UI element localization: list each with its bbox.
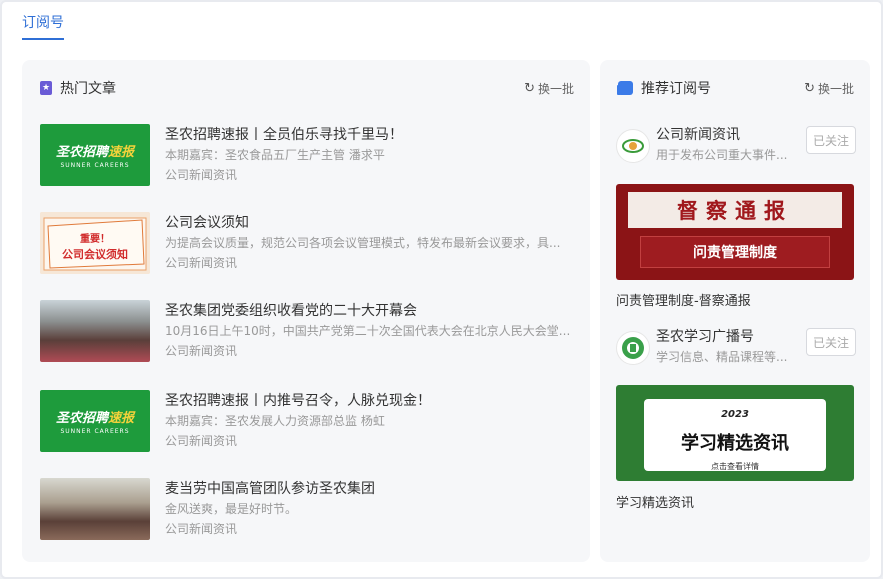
refresh-label: 换一批 — [817, 81, 854, 96]
article-title[interactable]: 公司会议须知 — [165, 212, 249, 232]
thumb-subtext: SUNNER CAREERS — [60, 162, 130, 169]
article-source: 公司新闻资讯 — [165, 168, 238, 182]
subscription-page: 订阅号 ★ 热门文章 ↻ 换一批 圣农招聘速报 SUNNER CAREERS 圣… — [0, 0, 883, 579]
article-item[interactable]: 重要！ 公司会议须知 公司会议须知 为提高会议质量，规范公司各项会议管理模式，特… — [40, 212, 580, 276]
article-thumbnail: 圣农招聘速报 SUNNER CAREERS — [40, 124, 150, 186]
article-source: 公司新闻资讯 — [165, 256, 238, 270]
subscription-desc: 用于发布公司重大事件... — [656, 148, 788, 162]
article-item[interactable]: 圣农招聘速报 SUNNER CAREERS 圣农招聘速报丨内推号召令，人脉兑现金… — [40, 390, 580, 454]
article-title[interactable]: 麦当劳中国高管团队参访圣农集团 — [165, 478, 375, 498]
tab-bar: 订阅号 — [22, 12, 64, 40]
hot-articles-title: 热门文章 — [60, 81, 116, 97]
article-desc: 10月16日上午10时，中国共产党第二十次全国代表大会在北京人民大会堂... — [165, 324, 571, 338]
news-logo-icon — [616, 129, 650, 163]
article-source: 公司新闻资讯 — [165, 522, 238, 536]
article-title[interactable]: 圣农招聘速报丨内推号召令，人脉兑现金！ — [165, 390, 431, 410]
banner-band: 问责管理制度 — [640, 236, 830, 268]
banner-card: 2023 学习精选资讯 点击查看详情 — [644, 399, 826, 471]
article-desc: 本期嘉宾：圣农食品五厂生产主管 潘求平 — [165, 148, 385, 162]
thumb-text-accent: 速报 — [108, 411, 135, 426]
recommended-title: 推荐订阅号 — [641, 81, 711, 97]
thumb-text: 圣农招聘 — [55, 411, 108, 426]
tab-subscriptions[interactable]: 订阅号 — [22, 12, 64, 40]
news-logo-graphic — [622, 139, 644, 153]
article-item[interactable]: 圣农集团党委组织收看党的二十大开幕会 10月16日上午10时，中国共产党第二十次… — [40, 300, 580, 364]
subscription-desc: 学习信息、精品课程等... — [656, 350, 788, 364]
meeting-notice-image: 重要！ 公司会议须知 — [40, 212, 150, 274]
followed-button[interactable]: 已关注 — [806, 126, 856, 154]
thumb-subtext: SUNNER CAREERS — [60, 428, 130, 435]
article-title[interactable]: 圣农集团党委组织收看党的二十大开幕会 — [165, 300, 417, 320]
banner-heading: 督察通报 — [628, 192, 842, 228]
article-desc: 金风送爽，最是好时节。 — [165, 502, 298, 516]
subscription-item[interactable]: 公司新闻资讯 用于发布公司重大事件... 已关注 — [616, 124, 856, 164]
article-item[interactable]: 圣农招聘速报 SUNNER CAREERS 圣农招聘速报丨全员伯乐寻找千里马！ … — [40, 124, 580, 188]
subscription-item[interactable]: 圣农学习广播号 学习信息、精品课程等... 已关注 — [616, 326, 856, 366]
followed-button[interactable]: 已关注 — [806, 328, 856, 356]
article-thumbnail: 圣农招聘速报 SUNNER CAREERS — [40, 390, 150, 452]
banner-hint: 点击查看详情 — [711, 462, 759, 471]
banner-year: 2023 — [721, 409, 749, 420]
banner-caption[interactable]: 学习精选资讯 — [616, 492, 694, 511]
article-title[interactable]: 圣农招聘速报丨全员伯乐寻找千里马！ — [165, 124, 403, 144]
refresh-label: 换一批 — [537, 81, 574, 96]
hot-articles-header: ★ 热门文章 ↻ 换一批 — [40, 78, 574, 98]
refresh-icon: ↻ — [804, 80, 815, 96]
recommend-refresh-button[interactable]: ↻ 换一批 — [804, 80, 854, 97]
article-source: 公司新闻资讯 — [165, 434, 238, 448]
svg-text:公司会议须知: 公司会议须知 — [62, 247, 128, 261]
learning-banner[interactable]: 2023 学习精选资讯 点击查看详情 — [616, 385, 854, 481]
refresh-icon: ↻ — [524, 80, 535, 96]
subscription-name[interactable]: 公司新闻资讯 — [656, 124, 740, 144]
hot-articles-panel: ★ 热门文章 ↻ 换一批 圣农招聘速报 SUNNER CAREERS 圣农招聘速… — [22, 60, 590, 562]
article-source: 公司新闻资讯 — [165, 344, 238, 358]
recommended-panel: 推荐订阅号 ↻ 换一批 公司新闻资讯 用于发布公司重大事件... 已关注 督察通… — [600, 60, 870, 562]
banner-caption[interactable]: 问责管理制度-督察通报 — [616, 290, 751, 309]
article-item[interactable]: 麦当劳中国高管团队参访圣农集团 金风送爽，最是好时节。 公司新闻资讯 — [40, 478, 580, 542]
article-thumbnail: 重要！ 公司会议须知 — [40, 212, 150, 274]
article-desc: 本期嘉宾：圣农发展人力资源部总监 杨虹 — [165, 414, 385, 428]
hot-refresh-button[interactable]: ↻ 换一批 — [524, 80, 574, 97]
recommended-header: 推荐订阅号 ↻ 换一批 — [617, 78, 854, 98]
learning-logo-graphic — [622, 337, 644, 359]
article-desc: 为提高会议质量，规范公司各项会议管理模式，特发布最新会议要求，具... — [165, 236, 561, 250]
thumb-text: 圣农招聘 — [55, 145, 108, 160]
thumb-text-accent: 速报 — [108, 145, 135, 160]
subscription-name[interactable]: 圣农学习广播号 — [656, 326, 754, 346]
article-thumbnail-photo — [40, 300, 150, 362]
supervision-banner[interactable]: 督察通报 问责管理制度 — [616, 184, 854, 280]
banner-heading: 学习精选资讯 — [681, 433, 789, 454]
article-thumbnail-photo — [40, 478, 150, 540]
learning-logo-icon — [616, 331, 650, 365]
article-star-icon: ★ — [40, 81, 52, 95]
thumbs-up-icon — [617, 81, 633, 95]
svg-text:重要！: 重要！ — [80, 232, 110, 245]
